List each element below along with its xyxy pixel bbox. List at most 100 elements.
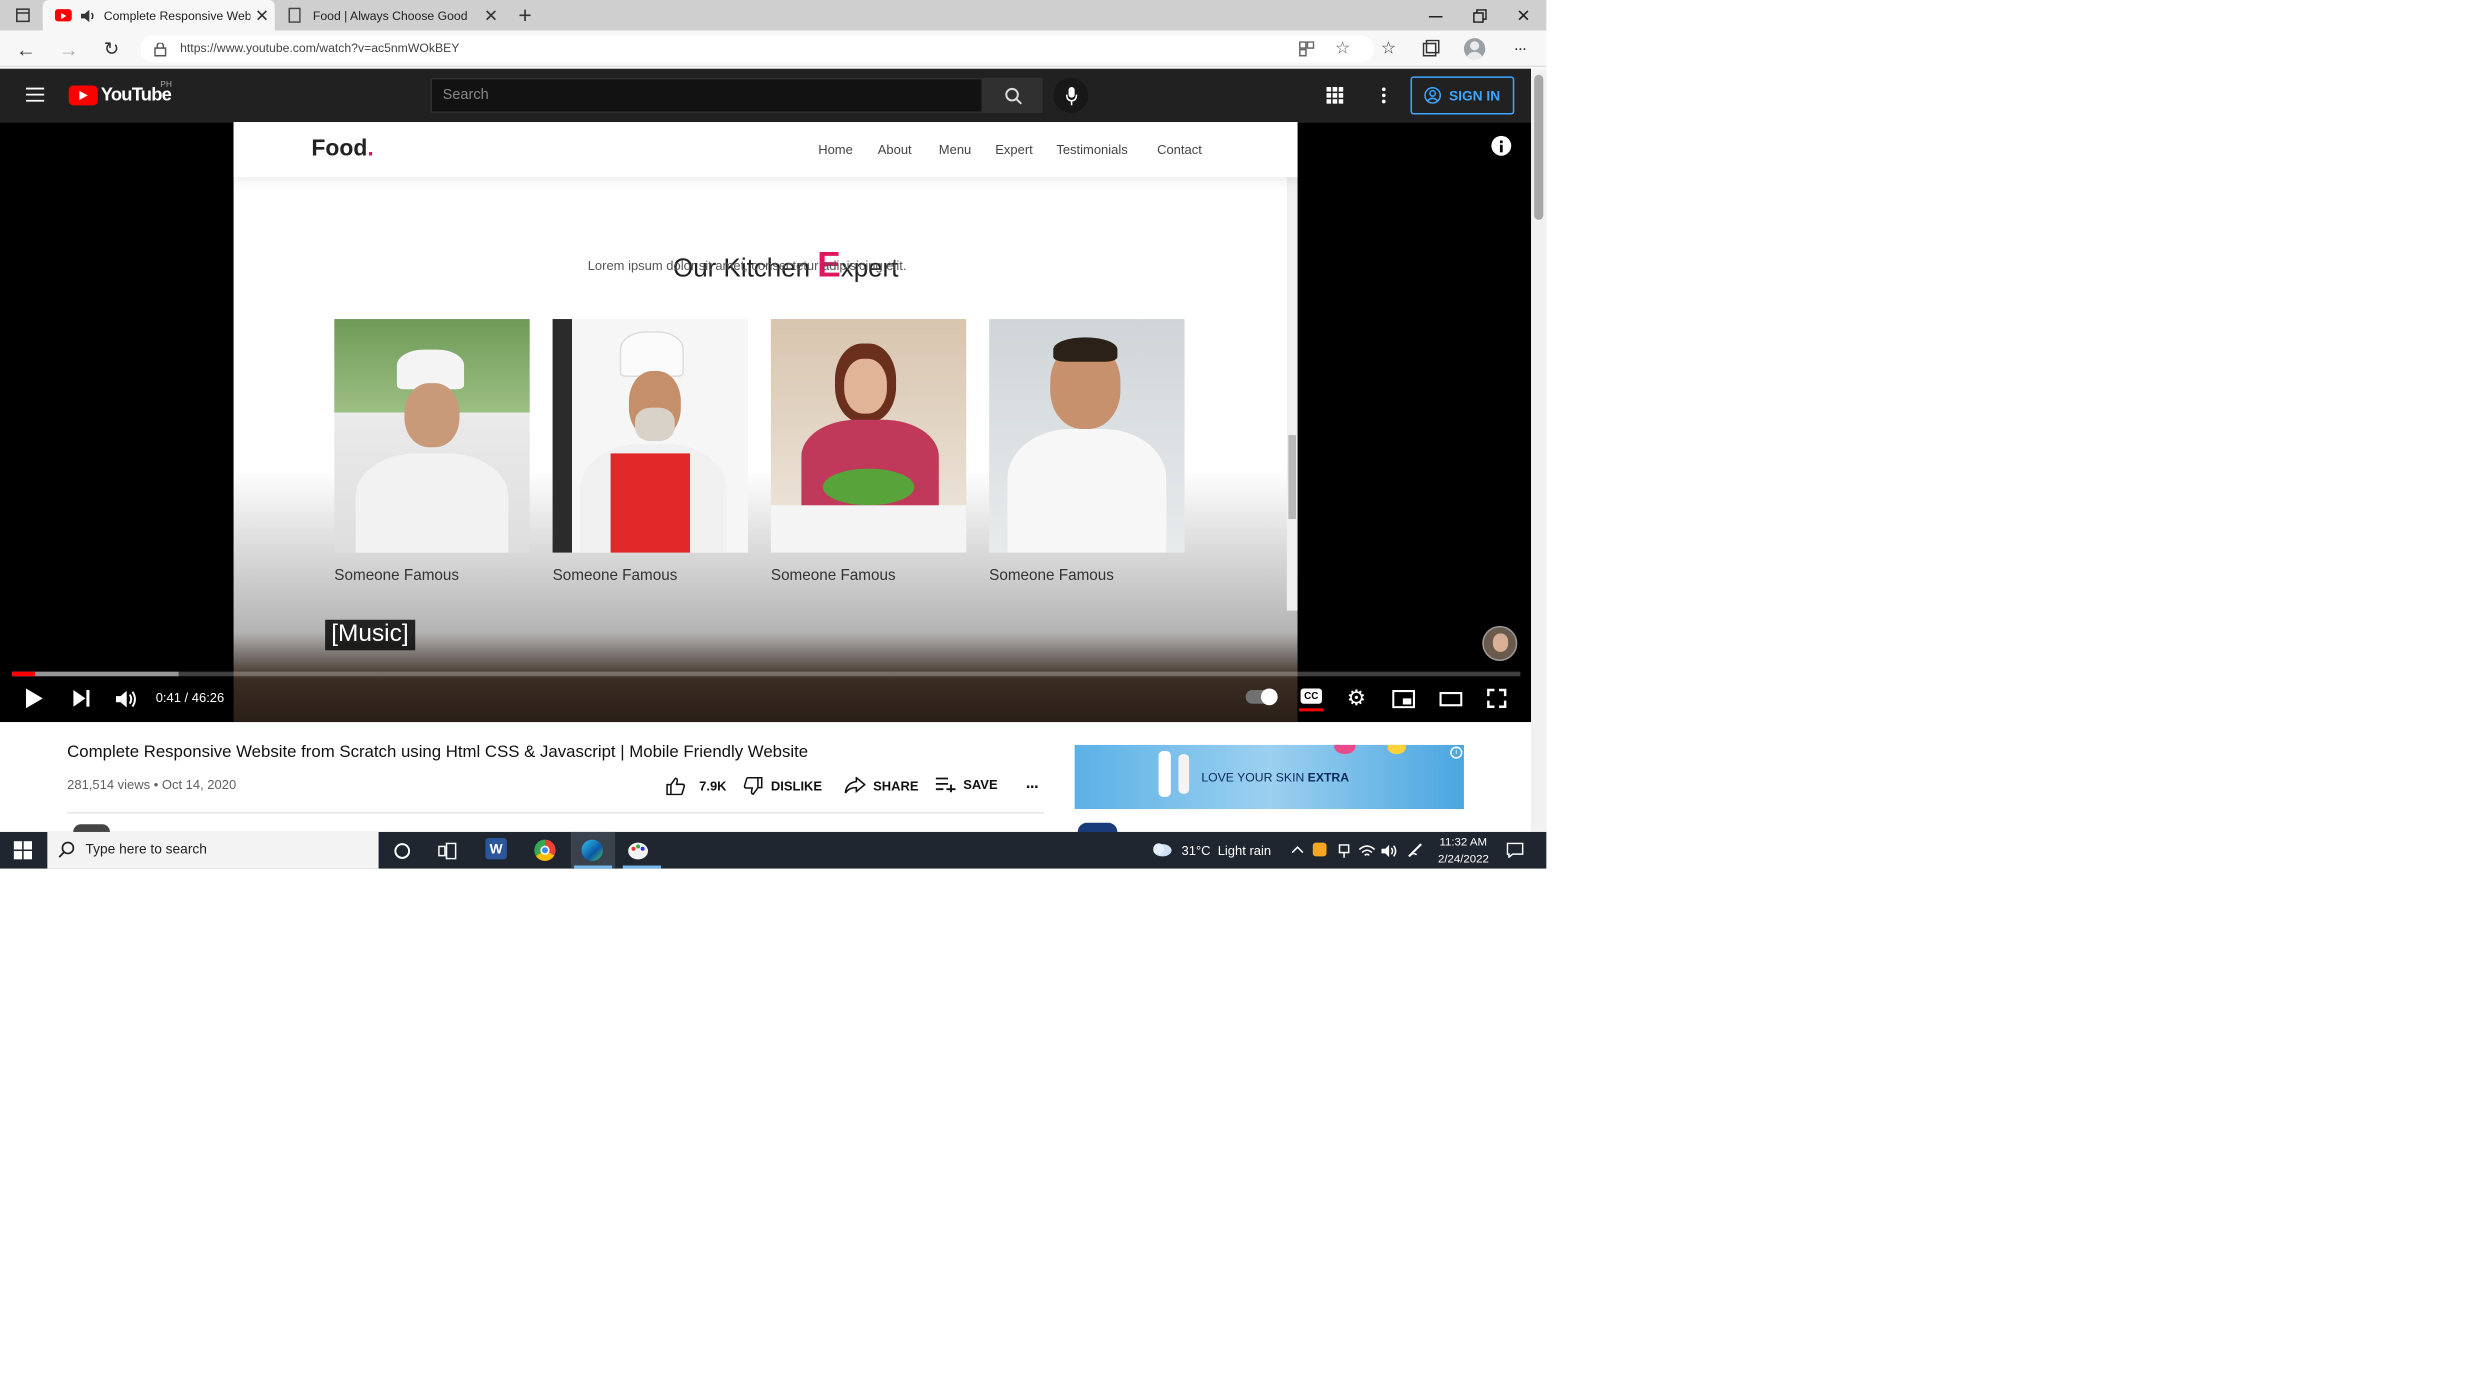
more-actions-icon[interactable]: ··· xyxy=(1021,779,1042,797)
frame-scrollbar xyxy=(1286,122,1298,611)
thumbs-down-icon xyxy=(743,776,763,795)
fullscreen-icon[interactable] xyxy=(1485,687,1508,708)
lock-icon[interactable] xyxy=(153,41,168,56)
expert-name: Someone Famous xyxy=(989,567,1114,585)
refresh-icon[interactable]: ↻ xyxy=(101,38,122,59)
apps-grid-icon[interactable] xyxy=(1325,85,1345,105)
tab-youtube[interactable]: Complete Responsive Website ✕ xyxy=(42,0,275,31)
tray-app-icon[interactable] xyxy=(1312,842,1327,857)
progress-buffered xyxy=(12,671,179,677)
weather-text[interactable]: 31°C Light rain xyxy=(1182,843,1272,858)
edge-app-icon[interactable] xyxy=(581,839,603,861)
sign-in-label: SIGN IN xyxy=(1449,87,1501,104)
clock-date[interactable]: 2/24/2022 xyxy=(1438,852,1489,866)
brand-dot: . xyxy=(367,135,374,162)
sidebar-channel-avatar[interactable] xyxy=(1077,822,1118,832)
clock-time[interactable]: 11:32 AM xyxy=(1439,835,1487,849)
ad-text: LOVE YOUR SKIN xyxy=(1201,770,1308,785)
screen: Complete Responsive Website ✕ Food | Alw… xyxy=(0,0,2476,1392)
minimize-icon[interactable] xyxy=(1424,5,1445,26)
search-button[interactable] xyxy=(983,77,1043,113)
next-button[interactable] xyxy=(70,688,91,708)
usb-device-icon[interactable] xyxy=(1336,843,1351,858)
tab-title: Food | Always Choose Good xyxy=(312,8,468,23)
brand-text: Food xyxy=(311,135,368,162)
windows-start-icon[interactable] xyxy=(12,840,33,861)
thumbs-up-icon xyxy=(666,777,686,796)
search-placeholder: Search xyxy=(442,87,489,104)
subtitles-button[interactable]: CC xyxy=(1300,688,1322,704)
close-window-icon[interactable]: ✕ xyxy=(1513,5,1534,26)
info-icon[interactable] xyxy=(1491,135,1512,156)
channel-watermark[interactable] xyxy=(1482,625,1518,661)
play-button[interactable] xyxy=(23,687,44,708)
notifications-icon[interactable] xyxy=(1505,841,1523,858)
tab-food[interactable]: Food | Always Choose Good ✕ xyxy=(278,0,507,31)
expert-photo xyxy=(552,319,748,553)
taskbar-search-placeholder: Type here to search xyxy=(85,841,207,857)
autoplay-toggle[interactable] xyxy=(1245,688,1278,706)
settings-gear-icon[interactable]: ⚙ xyxy=(1345,685,1368,709)
save-label: SAVE xyxy=(963,776,998,793)
save-button[interactable]: SAVE xyxy=(935,776,998,793)
progress-bar[interactable] xyxy=(12,671,1521,677)
voice-search-button[interactable] xyxy=(1053,77,1089,113)
weather-icon[interactable] xyxy=(1151,840,1172,858)
site-brand: Food. xyxy=(311,136,373,162)
like-button[interactable]: 7.9K xyxy=(666,777,727,796)
subtitles-active-indicator xyxy=(1299,708,1324,712)
search-input[interactable]: Search xyxy=(430,77,984,113)
show-hidden-icons-chevron-icon[interactable] xyxy=(1290,843,1304,857)
volume-button[interactable] xyxy=(116,688,137,708)
channel-avatar[interactable] xyxy=(73,824,110,832)
new-tab-icon[interactable]: + xyxy=(514,2,535,28)
expert-photo xyxy=(770,319,967,553)
pen-workspace-icon[interactable] xyxy=(1407,841,1424,858)
dislike-label: DISLIKE xyxy=(770,778,823,794)
add-favorite-icon[interactable]: ☆ xyxy=(1333,38,1353,58)
share-label: SHARE xyxy=(873,777,919,794)
settings-kebab-icon[interactable] xyxy=(1374,85,1392,105)
audio-playing-icon[interactable] xyxy=(80,8,96,22)
expert-name: Someone Famous xyxy=(552,567,678,585)
favorites-icon[interactable]: ☆ xyxy=(1378,38,1398,58)
share-button[interactable]: SHARE xyxy=(844,776,919,794)
word-app-icon[interactable]: W xyxy=(485,838,507,860)
account-icon xyxy=(1424,87,1442,104)
miniplayer-icon[interactable] xyxy=(1391,688,1415,708)
ad-banner[interactable]: LOVE YOUR SKIN EXTRA i xyxy=(1074,744,1464,810)
page-scrollbar[interactable] xyxy=(1531,68,1547,832)
close-tab-icon[interactable]: ✕ xyxy=(484,5,498,25)
sign-in-button[interactable]: SIGN IN xyxy=(1410,76,1515,115)
expert-name: Someone Famous xyxy=(334,567,460,585)
progress-played xyxy=(12,671,35,677)
more-menu-icon[interactable]: ··· xyxy=(1510,38,1530,58)
profile-avatar[interactable] xyxy=(1463,38,1486,60)
restore-icon[interactable] xyxy=(1468,5,1489,26)
expert-name: Someone Famous xyxy=(770,567,896,585)
paint-app-icon[interactable] xyxy=(627,840,648,861)
dislike-button[interactable]: DISLIKE xyxy=(743,776,823,795)
close-tab-icon[interactable]: ✕ xyxy=(255,5,269,25)
cortana-icon[interactable] xyxy=(392,841,410,859)
taskbar-search-box[interactable]: Type here to search xyxy=(47,831,379,869)
divider xyxy=(67,812,1045,814)
tab-actions-icon[interactable] xyxy=(12,6,32,24)
chrome-app-icon[interactable] xyxy=(534,839,556,861)
collections-icon[interactable] xyxy=(1421,38,1441,58)
app-available-icon[interactable] xyxy=(1298,40,1316,58)
theater-mode-icon[interactable] xyxy=(1438,688,1462,708)
video-meta: 281,514 views • Oct 14, 2020 xyxy=(67,776,237,793)
page-icon xyxy=(288,7,301,23)
edge-active-indicator xyxy=(573,865,613,869)
task-view-icon[interactable] xyxy=(438,841,457,859)
back-icon[interactable]: ← xyxy=(15,37,36,60)
ad-info-icon[interactable]: i xyxy=(1450,746,1463,759)
youtube-logo-icon[interactable] xyxy=(68,85,98,106)
hamburger-menu-icon[interactable] xyxy=(24,84,45,105)
expert-photo xyxy=(334,319,530,553)
url-text[interactable]: https://www.youtube.com/watch?v=ac5nmWOk… xyxy=(180,41,459,55)
network-icon[interactable] xyxy=(1358,843,1376,858)
forward-icon[interactable]: → xyxy=(58,37,79,60)
volume-tray-icon[interactable] xyxy=(1381,843,1398,858)
